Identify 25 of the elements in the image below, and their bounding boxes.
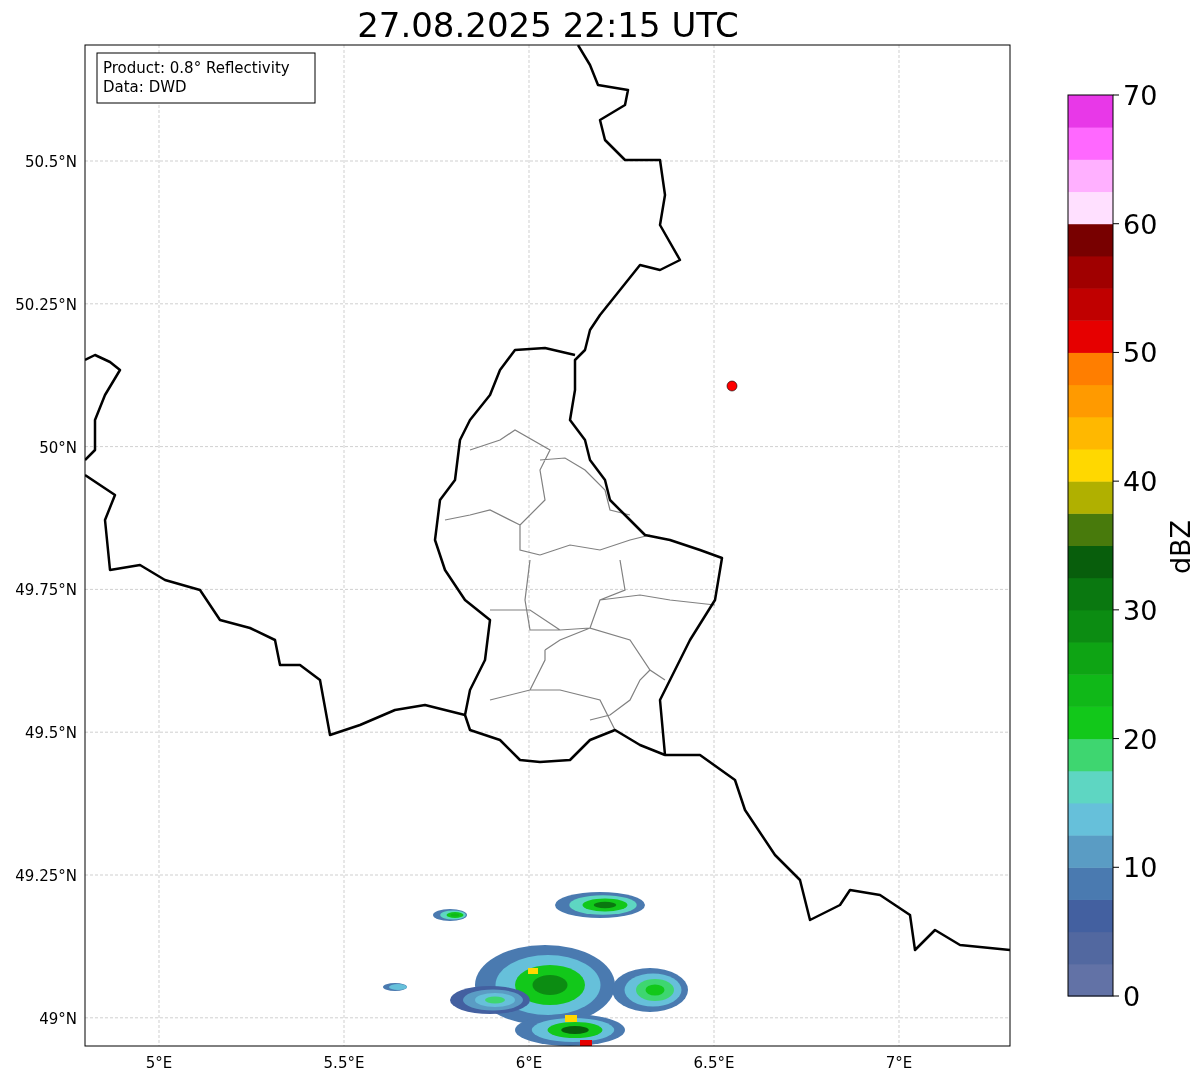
colorbar-tick-label: 30 (1123, 594, 1158, 626)
colorbar-tick-label: 60 (1123, 208, 1158, 240)
axis-tick-label: 6.5°E (693, 1054, 735, 1072)
colorbar-tick-label: 40 (1123, 466, 1158, 498)
axis-tick-label: 50.25°N (15, 295, 77, 314)
axis-tick-label: 5.5°E (323, 1054, 365, 1072)
axis-tick-label: 50°N (39, 438, 77, 457)
axis-tick-label: 49.75°N (15, 581, 77, 600)
colorbar-tick-label: 50 (1123, 337, 1158, 369)
axis-tick-label: 6°E (515, 1054, 543, 1072)
info-line: Product: 0.8° Reflectivity (103, 59, 290, 77)
colorbar-tick-label: 20 (1123, 723, 1158, 755)
axis-tick-label: 7°E (885, 1054, 913, 1072)
axis-tick-label: 49.25°N (15, 867, 77, 885)
axis-tick-label: 49°N (39, 1009, 77, 1028)
axis-tick-label: 5°E (145, 1054, 173, 1072)
colorbar-tick-label: 70 (1123, 80, 1158, 111)
axis-tick-label: 49.5°N (24, 724, 77, 743)
location-marker (726, 380, 738, 392)
colorbar-label: dBZ (1165, 519, 1196, 575)
axis-tick-label: 50.5°N (24, 153, 77, 171)
info-line: Data: DWD (103, 78, 187, 96)
colorbar-tick-label: 0 (1123, 981, 1141, 1012)
chart-title: 27.08.2025 22:15 UTC (357, 5, 739, 45)
colorbar-tick-label: 10 (1123, 852, 1158, 884)
